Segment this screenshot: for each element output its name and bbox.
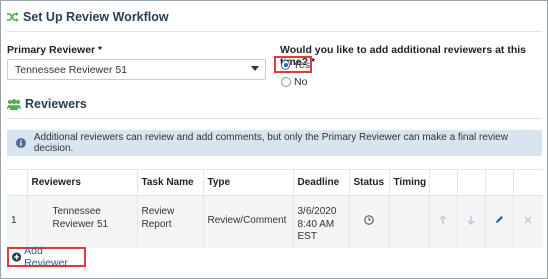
timing bbox=[389, 195, 430, 248]
arrow-down-icon bbox=[467, 215, 475, 225]
divider bbox=[6, 31, 542, 32]
col-action bbox=[457, 169, 486, 196]
col-action bbox=[513, 169, 543, 196]
divider bbox=[6, 118, 542, 119]
task-name: Review Report bbox=[137, 195, 204, 248]
col-timing: Timing bbox=[389, 169, 430, 196]
col-action bbox=[485, 169, 514, 196]
col-action bbox=[429, 169, 458, 196]
primary-reviewer-value: Tennessee Reviewer 51 bbox=[15, 63, 128, 76]
reviewers-header: Reviewers bbox=[7, 97, 87, 111]
task-type: Review/Comment bbox=[203, 195, 294, 248]
users-icon bbox=[7, 98, 21, 110]
move-down-button[interactable] bbox=[457, 195, 486, 248]
close-icon bbox=[524, 216, 532, 223]
status-cell bbox=[349, 195, 390, 248]
review-workflow-panel: Set Up Review Workflow Primary Reviewer … bbox=[0, 0, 548, 279]
radio-checked-icon bbox=[281, 59, 290, 70]
reviewers-title: Reviewers bbox=[25, 97, 87, 111]
col-status: Status bbox=[349, 169, 390, 196]
primary-reviewer-select[interactable]: Tennessee Reviewer 51 bbox=[7, 59, 266, 80]
col-deadline: Deadline bbox=[293, 169, 350, 196]
clock-icon bbox=[364, 214, 374, 225]
row-number: 1 bbox=[7, 195, 28, 248]
col-index bbox=[7, 169, 28, 196]
workflow-title: Set Up Review Workflow bbox=[23, 10, 169, 24]
add-reviewer-label: Add Reviewer bbox=[24, 245, 68, 269]
reviewer-name: Tennessee Reviewer 51 bbox=[27, 195, 138, 248]
add-reviewer-button[interactable]: Add Reviewer bbox=[7, 245, 86, 269]
table-header-row: Reviewers Task Name Type Deadline Status… bbox=[7, 169, 543, 196]
info-banner: Additional reviewers can review and add … bbox=[7, 130, 542, 156]
reviewers-table: Reviewers Task Name Type Deadline Status… bbox=[7, 169, 543, 248]
radio-no-label: No bbox=[294, 76, 308, 88]
radio-no[interactable]: No bbox=[281, 76, 307, 88]
table-row: 1 Tennessee Reviewer 51 Review Report Re… bbox=[7, 195, 543, 248]
additional-reviewers-question: Would you like to add additional reviewe… bbox=[280, 44, 527, 68]
pencil-icon bbox=[495, 216, 503, 223]
info-circle-icon bbox=[16, 138, 26, 148]
arrow-up-icon bbox=[439, 214, 447, 224]
info-text: Additional reviewers can review and add … bbox=[33, 132, 508, 154]
plus-circle-icon bbox=[12, 252, 22, 262]
col-type: Type bbox=[203, 169, 294, 196]
workflow-header: Set Up Review Workflow bbox=[7, 10, 169, 24]
radio-yes-label: Yes bbox=[292, 58, 310, 71]
shuffle-icon bbox=[7, 12, 19, 22]
deadline: 3/6/2020 8:40 AM EST bbox=[293, 195, 350, 248]
col-reviewers: Reviewers bbox=[27, 169, 138, 196]
edit-button[interactable] bbox=[485, 195, 514, 248]
chevron-down-icon bbox=[251, 66, 259, 71]
col-task-name: Task Name bbox=[137, 169, 204, 196]
remove-button[interactable] bbox=[513, 196, 543, 248]
move-up-button[interactable] bbox=[429, 195, 458, 248]
primary-reviewer-label: Primary Reviewer * bbox=[7, 44, 103, 56]
radio-unchecked-icon bbox=[281, 77, 291, 87]
radio-yes[interactable]: Yes bbox=[274, 56, 312, 73]
